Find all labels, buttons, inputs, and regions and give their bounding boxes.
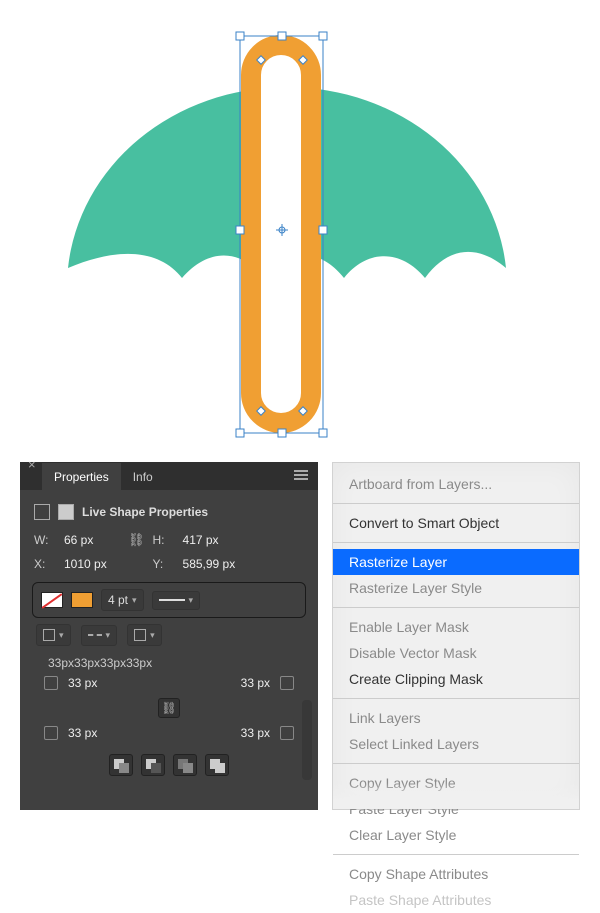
ctx-rasterize-layer-style: Rasterize Layer Style [333, 575, 579, 601]
ctx-artboard-from-layers: Artboard from Layers... [333, 471, 579, 497]
layer-context-menu: Artboard from Layers... Convert to Smart… [332, 462, 580, 810]
fill-swatch[interactable] [41, 592, 63, 608]
ctx-rasterize-layer[interactable]: Rasterize Layer [333, 549, 579, 575]
ctx-fade [333, 783, 579, 809]
panel-tab-bar: × Properties Info [20, 462, 318, 490]
width-field[interactable]: 66 px [64, 533, 120, 547]
dash-dropdown[interactable]: ▾ [81, 625, 118, 646]
ctx-select-linked-layers: Select Linked Layers [333, 731, 579, 757]
corner-br-field[interactable]: 33 px [224, 726, 270, 740]
corner-tr-icon [280, 676, 294, 690]
ctx-clear-layer-style: Clear Layer Style [333, 822, 579, 848]
mask-icon [58, 504, 74, 520]
corner-bl-field[interactable]: 33 px [68, 726, 114, 740]
corner-bl-icon [44, 726, 58, 740]
shape-icon [34, 504, 50, 520]
cap-dropdown[interactable]: ▾ [36, 624, 71, 646]
properties-panel: × Properties Info Live Shape Properties … [20, 462, 318, 810]
section-title-label: Live Shape Properties [82, 505, 208, 519]
tab-properties[interactable]: Properties [42, 463, 121, 490]
ctx-enable-layer-mask: Enable Layer Mask [333, 614, 579, 640]
x-label: X: [34, 557, 56, 571]
stroke-style-dropdown[interactable]: ▾ [152, 591, 201, 610]
ctx-separator [333, 854, 579, 855]
umbrella-stick[interactable] [251, 45, 311, 423]
stroke-swatch[interactable] [71, 592, 93, 608]
corner-summary: 33px33px33px33px [20, 650, 318, 672]
ctx-separator [333, 607, 579, 608]
stroke-style-icon [159, 599, 185, 601]
ctx-copy-shape-attributes: Copy Shape Attributes [333, 861, 579, 887]
ctx-separator [333, 542, 579, 543]
y-label: Y: [153, 557, 175, 571]
canvas-area [0, 0, 600, 456]
height-field[interactable]: 417 px [183, 533, 239, 547]
corner-tl-field[interactable]: 33 px [68, 676, 114, 690]
x-field[interactable]: 1010 px [64, 557, 120, 571]
ctx-create-clipping-mask[interactable]: Create Clipping Mask [333, 666, 579, 692]
pathfinder-exclude[interactable] [205, 754, 229, 776]
y-field[interactable]: 585,99 px [183, 557, 239, 571]
ctx-separator [333, 698, 579, 699]
width-label: W: [34, 533, 56, 547]
link-wh-icon[interactable]: ⛓ [128, 532, 145, 548]
pathfinder-intersect[interactable] [173, 754, 197, 776]
panel-menu-icon[interactable] [294, 467, 312, 483]
close-icon[interactable]: × [28, 457, 36, 472]
panel-scrollbar[interactable] [302, 700, 312, 780]
ctx-separator [333, 503, 579, 504]
corner-tr-field[interactable]: 33 px [224, 676, 270, 690]
stroke-weight-field[interactable]: 4 pt▾ [101, 589, 144, 611]
corner-br-icon [280, 726, 294, 740]
umbrella-illustration [0, 0, 600, 456]
pathfinder-subtract[interactable] [141, 754, 165, 776]
height-label: H: [153, 533, 175, 547]
ctx-link-layers: Link Layers [333, 705, 579, 731]
ctx-convert-smart-object[interactable]: Convert to Smart Object [333, 510, 579, 536]
corner-tl-icon [44, 676, 58, 690]
align-dropdown[interactable]: ▾ [127, 624, 162, 646]
pathfinder-unite[interactable] [109, 754, 133, 776]
link-corners-icon[interactable]: ⛓ [158, 698, 180, 718]
ctx-separator [333, 763, 579, 764]
stroke-controls: 4 pt▾ ▾ [32, 582, 306, 618]
ctx-paste-shape-attributes: Paste Shape Attributes [333, 887, 579, 913]
ctx-disable-vector-mask: Disable Vector Mask [333, 640, 579, 666]
section-live-shape: Live Shape Properties [20, 490, 318, 528]
tab-info[interactable]: Info [121, 463, 165, 490]
pathfinder-row [20, 744, 318, 776]
